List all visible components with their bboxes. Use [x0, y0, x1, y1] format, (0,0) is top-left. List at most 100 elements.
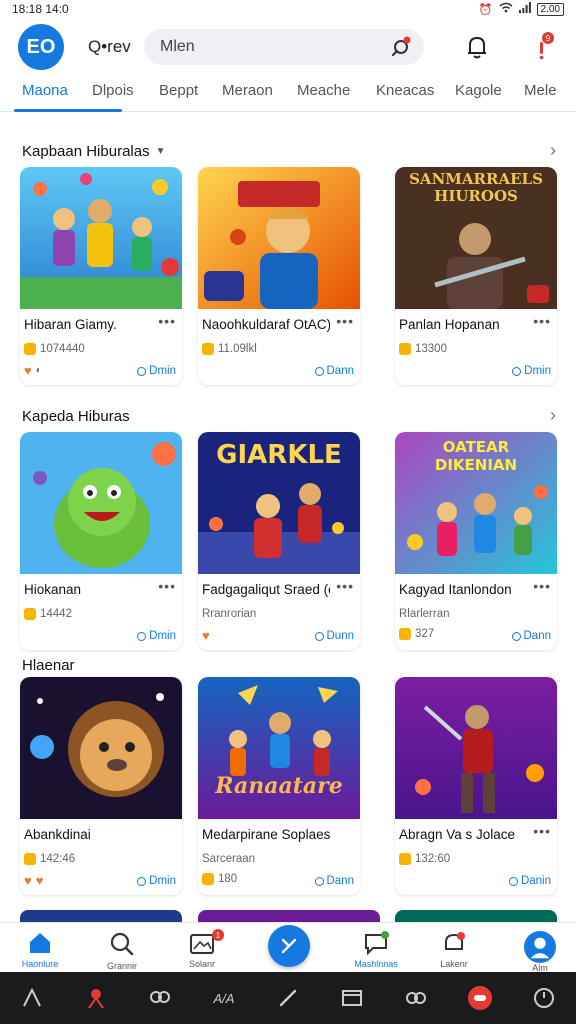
- tab-mele[interactable]: Mele: [524, 82, 557, 99]
- open-icon: [314, 631, 324, 641]
- stat-value: 132:60: [415, 853, 451, 865]
- stat-value: 180: [218, 873, 238, 885]
- more-options-icon[interactable]: •••: [533, 313, 551, 329]
- game-thumbnail: GIARKLE: [198, 432, 360, 574]
- link-icon[interactable]: [402, 984, 430, 1012]
- game-card[interactable]: Naoohkuldaraf OtAC) ••• 11.09lkl Dann: [198, 167, 360, 385]
- nav-badge: 1: [212, 929, 224, 941]
- game-thumbnail: [395, 677, 557, 819]
- heart-icon: ♥: [35, 873, 44, 888]
- stat-value: 327: [415, 628, 435, 640]
- chevron-right-icon[interactable]: ›: [550, 140, 556, 161]
- open-button[interactable]: Dann: [511, 630, 552, 642]
- nav-chat[interactable]: Mashlnnas: [346, 923, 406, 973]
- text-icon[interactable]: A/A: [210, 984, 238, 1012]
- tab-meraon[interactable]: Meraon: [222, 82, 273, 99]
- stat-value: 11.09lkl: [218, 343, 257, 355]
- coin-icon: [399, 853, 411, 865]
- card-title: Abragn Va s Jolace: [399, 827, 516, 842]
- open-label: Dmin: [524, 365, 551, 377]
- open-button[interactable]: Dmin: [137, 875, 176, 887]
- game-card[interactable]: Ranaatare Medarpirane Soplaesl Sarceraan…: [198, 677, 360, 895]
- card-stat: 180: [202, 873, 237, 885]
- open-button[interactable]: Danin: [508, 875, 551, 887]
- alert-icon[interactable]: 9: [526, 32, 556, 62]
- open-button[interactable]: Dann: [314, 365, 355, 377]
- thumbnail-art-text: SANMARRAELS HIUROOS: [409, 170, 543, 205]
- open-button[interactable]: Dmin: [137, 630, 176, 642]
- game-card[interactable]: Hiokanan ••• 14442 Dmin: [20, 432, 182, 650]
- open-label: Dann: [326, 365, 355, 377]
- nav-search[interactable]: Grannir: [92, 923, 152, 973]
- section-title[interactable]: Kapbaan Hiburalas ▼: [22, 143, 166, 160]
- section-title-text: Kapbaan Hiburalas: [22, 143, 150, 160]
- tab-beppt[interactable]: Beppt: [159, 82, 198, 99]
- open-button[interactable]: Dann: [314, 875, 354, 887]
- tab-maona[interactable]: Maona: [22, 82, 68, 99]
- subtitle-text: Rlarlerran: [399, 608, 450, 620]
- more-options-icon[interactable]: •••: [533, 578, 551, 594]
- stat-value: 13300: [415, 343, 447, 355]
- nav-profile[interactable]: Alm: [510, 923, 570, 973]
- game-card[interactable]: GIARKLE Fadgagaliqut Sraed (olanly ••• R…: [198, 432, 360, 650]
- card-title: Abankdinai: [24, 827, 91, 842]
- game-card[interactable]: Abragn Va s Jolace ••• 132:60 Danin: [395, 677, 557, 895]
- tab-kagole[interactable]: Kagole: [455, 82, 502, 99]
- nav-home[interactable]: Haonlure: [10, 923, 70, 973]
- app-name: Q•rev: [88, 37, 131, 56]
- open-button[interactable]: Dmin: [137, 365, 176, 377]
- app-logo[interactable]: EO: [18, 24, 64, 70]
- search-input[interactable]: [160, 38, 380, 56]
- nav-label: Grannir: [106, 961, 137, 971]
- section-title[interactable]: Kapeda Hiburas: [22, 408, 130, 425]
- card-title: Panlan Hopanan: [399, 317, 500, 332]
- bell-icon[interactable]: [462, 32, 492, 62]
- open-icon: [512, 366, 522, 376]
- stat-value: 14442: [40, 608, 72, 620]
- window-icon[interactable]: [338, 984, 366, 1012]
- bell-icon: [445, 932, 465, 950]
- back-arrow-icon[interactable]: [18, 984, 46, 1012]
- card-stat: 1074440: [24, 343, 85, 355]
- nav-label: Solanr: [188, 959, 215, 969]
- game-card[interactable]: Abankdinai 142:46 ♥ ♥ Dmin: [20, 677, 182, 895]
- more-options-icon[interactable]: •••: [336, 578, 354, 594]
- open-button[interactable]: Dunn: [314, 630, 354, 642]
- pen-icon[interactable]: [274, 984, 302, 1012]
- nav-label: Haonlure: [21, 959, 59, 969]
- tab-dlpois[interactable]: Dlpois: [92, 82, 134, 99]
- card-stat: 327: [399, 628, 434, 640]
- group-icon[interactable]: [146, 984, 174, 1012]
- game-thumbnail: OATEAR DIKENIAN: [395, 432, 557, 574]
- nav-gallery[interactable]: 1 Solanr: [172, 923, 232, 973]
- system-taskbar: A/A: [0, 972, 576, 1024]
- section-title[interactable]: Hlaenar: [22, 657, 75, 674]
- create-fab-button[interactable]: [268, 925, 310, 967]
- profile-icon: [524, 931, 556, 963]
- open-button[interactable]: Dmin: [512, 365, 551, 377]
- game-card[interactable]: Hibaran Giamy. ••• 1074440 ♥ ◐ Dmin: [20, 167, 182, 385]
- signal-icon: [518, 2, 531, 16]
- thumbnail-art-text: GIARKLE: [216, 440, 342, 470]
- tab-kneacas[interactable]: Kneacas: [376, 82, 434, 99]
- chevron-right-icon[interactable]: ›: [550, 405, 556, 426]
- card-stat: 13300: [399, 343, 447, 355]
- game-card[interactable]: SANMARRAELS HIUROOS Panlan Hopanan ••• 1…: [395, 167, 557, 385]
- search-bar[interactable]: [144, 29, 424, 65]
- game-card[interactable]: OATEAR DIKENIAN Kagyad Itanlondon ••• Rl…: [395, 432, 557, 650]
- more-options-icon[interactable]: •••: [158, 578, 176, 594]
- more-options-icon[interactable]: •••: [336, 313, 354, 329]
- tab-meache[interactable]: Meache: [297, 82, 350, 99]
- more-options-icon[interactable]: •••: [533, 823, 551, 839]
- open-label: Dann: [523, 630, 552, 642]
- clock-icon[interactable]: [530, 984, 558, 1012]
- game-thumbnail: [20, 167, 182, 309]
- more-options-icon[interactable]: •••: [158, 313, 176, 329]
- nav-notifications[interactable]: Lakenr: [424, 923, 484, 973]
- card-stat: 14442: [24, 608, 72, 620]
- search-action-icon[interactable]: [390, 36, 412, 58]
- app-icon[interactable]: [82, 984, 110, 1012]
- card-title: Kagyad Itanlondon: [399, 582, 512, 597]
- open-icon: [137, 366, 147, 376]
- record-icon[interactable]: [466, 984, 494, 1012]
